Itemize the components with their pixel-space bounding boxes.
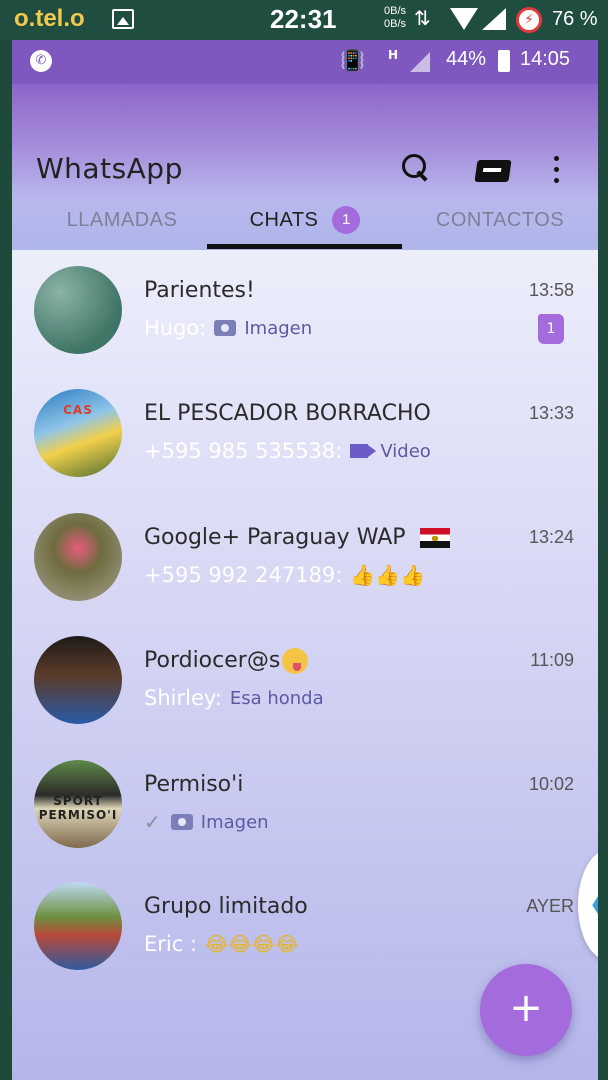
- chat-time: 13:33: [528, 403, 574, 423]
- chat-preview: Shirley: Esa honda: [144, 686, 324, 710]
- egypt-flag-icon: [419, 528, 450, 548]
- avatar-text: SPORT PERMISO'I: [38, 794, 118, 822]
- chat-row[interactable]: CAS EL PESCADOR BORRACHO 13:33 +595 985 …: [12, 373, 598, 493]
- app-screen: ✆ 📳 H 44% 14:05 WhatsApp LLAMADAS CHATS …: [12, 40, 598, 1080]
- network-speed: 0B/s 0B/s: [384, 5, 406, 31]
- chat-message: 😂😂😂😂: [205, 932, 299, 956]
- chat-sender: Eric :: [144, 932, 198, 956]
- chat-row[interactable]: Google+ Paraguay WAP 13:24 +595 992 2471…: [12, 497, 598, 617]
- chat-row[interactable]: Parientes! 13:58 Hugo: Imagen 1: [12, 250, 598, 370]
- video-icon: [350, 444, 369, 458]
- tab-calls[interactable]: LLAMADAS: [32, 190, 212, 250]
- battery-icon: [498, 50, 510, 72]
- vibrate-icon: 📳: [340, 48, 365, 72]
- tab-contacts[interactable]: CONTACTOS: [412, 190, 588, 250]
- chat-name-wrap: Pordiocer@s: [144, 648, 309, 674]
- charging-icon: ⚡: [516, 7, 542, 33]
- tab-bar: LLAMADAS CHATS 1 CONTACTOS: [12, 190, 598, 250]
- chat-message: Esa honda: [229, 687, 324, 709]
- avatar[interactable]: SPORT PERMISO'I: [34, 760, 122, 848]
- winking-tongue-emoji-icon: [282, 648, 309, 674]
- chat-preview: Eric : 😂😂😂😂: [144, 932, 299, 956]
- chat-preview: +595 992 247189: 👍👍👍: [144, 563, 425, 587]
- tab-chats[interactable]: CHATS 1: [208, 190, 402, 250]
- chat-name: Permiso'i: [144, 772, 244, 797]
- device-status-bar: o.tel.o 22:31 0B/s 0B/s ⇅ ⚡ 76 %: [0, 0, 608, 40]
- unread-badge: 1: [538, 314, 564, 344]
- avatar[interactable]: [34, 882, 122, 970]
- chat-name: Parientes!: [144, 278, 255, 303]
- camera-icon: [214, 320, 237, 336]
- cell-signal-icon: [482, 8, 506, 30]
- whatsapp-notification-icon: ✆: [30, 50, 52, 72]
- search-icon[interactable]: [402, 154, 432, 186]
- chat-name-wrap: Google+ Paraguay WAP: [144, 525, 450, 550]
- chat-time: 13:58: [528, 280, 574, 300]
- chat-time: 11:09: [530, 650, 574, 670]
- app-title: WhatsApp: [36, 152, 183, 185]
- chat-name: Pordiocer@s: [144, 648, 281, 673]
- sent-check-icon: ✓: [144, 810, 161, 834]
- avatar[interactable]: [34, 636, 122, 724]
- chat-message: 👍👍👍: [350, 563, 426, 587]
- avatar[interactable]: [34, 513, 122, 601]
- chat-row[interactable]: Pordiocer@s 11:09 Shirley: Esa honda: [12, 620, 598, 740]
- image-notification-icon: [112, 9, 134, 29]
- active-tab-indicator: [207, 244, 402, 249]
- chat-preview: ✓ Imagen: [144, 810, 269, 834]
- chat-time: AYER: [526, 896, 574, 916]
- tab-label: CHATS: [249, 208, 319, 231]
- chevron-left-icon: ❮: [588, 886, 598, 921]
- more-options-icon[interactable]: [552, 156, 560, 186]
- chat-row[interactable]: SPORT PERMISO'I Permiso'i 10:02 ✓ Imagen: [12, 744, 598, 864]
- carrier-name: o.tel.o: [14, 5, 85, 32]
- signal-bars-icon: [410, 52, 430, 72]
- chat-time: 10:02: [528, 774, 574, 794]
- inner-clock: 14:05: [520, 48, 571, 70]
- network-type: H: [388, 48, 399, 62]
- network-speed-up: 0B/s: [384, 5, 407, 17]
- chat-message: Video: [380, 440, 431, 462]
- chat-sender: Shirley:: [144, 686, 222, 710]
- network-speed-down: 0B/s: [384, 18, 407, 30]
- chat-preview: +595 985 535538: Video: [144, 439, 431, 463]
- camera-icon: [170, 814, 193, 830]
- chat-time: 13:24: [528, 527, 574, 547]
- wifi-icon: [450, 8, 478, 30]
- new-chat-button[interactable]: +: [480, 964, 572, 1056]
- chat-message: Imagen: [244, 317, 313, 339]
- data-transfer-icon: ⇅: [414, 6, 431, 30]
- avatar[interactable]: [34, 266, 122, 354]
- tab-label: LLAMADAS: [66, 208, 178, 231]
- chat-name: Grupo limitado: [144, 894, 308, 919]
- inner-status-bar: ✆ 📳 H 44% 14:05: [12, 40, 598, 84]
- avatar[interactable]: CAS: [34, 389, 122, 477]
- device-battery-level: 76 %: [552, 8, 598, 30]
- chat-preview: Hugo: Imagen: [144, 316, 312, 340]
- chat-sender: +595 992 247189:: [144, 563, 343, 587]
- chat-sender: Hugo:: [144, 316, 207, 340]
- avatar-text: CAS: [63, 403, 93, 417]
- chat-message: Imagen: [200, 811, 269, 833]
- tab-label: CONTACTOS: [435, 208, 565, 231]
- chat-name: Google+ Paraguay WAP: [144, 525, 406, 550]
- unread-count-badge: 1: [332, 206, 361, 234]
- chat-name: EL PESCADOR BORRACHO: [144, 401, 431, 426]
- inner-battery-level: 44%: [446, 48, 487, 70]
- chat-sender: +595 985 535538:: [144, 439, 343, 463]
- new-broadcast-icon[interactable]: [474, 160, 512, 182]
- device-clock: 22:31: [270, 4, 337, 34]
